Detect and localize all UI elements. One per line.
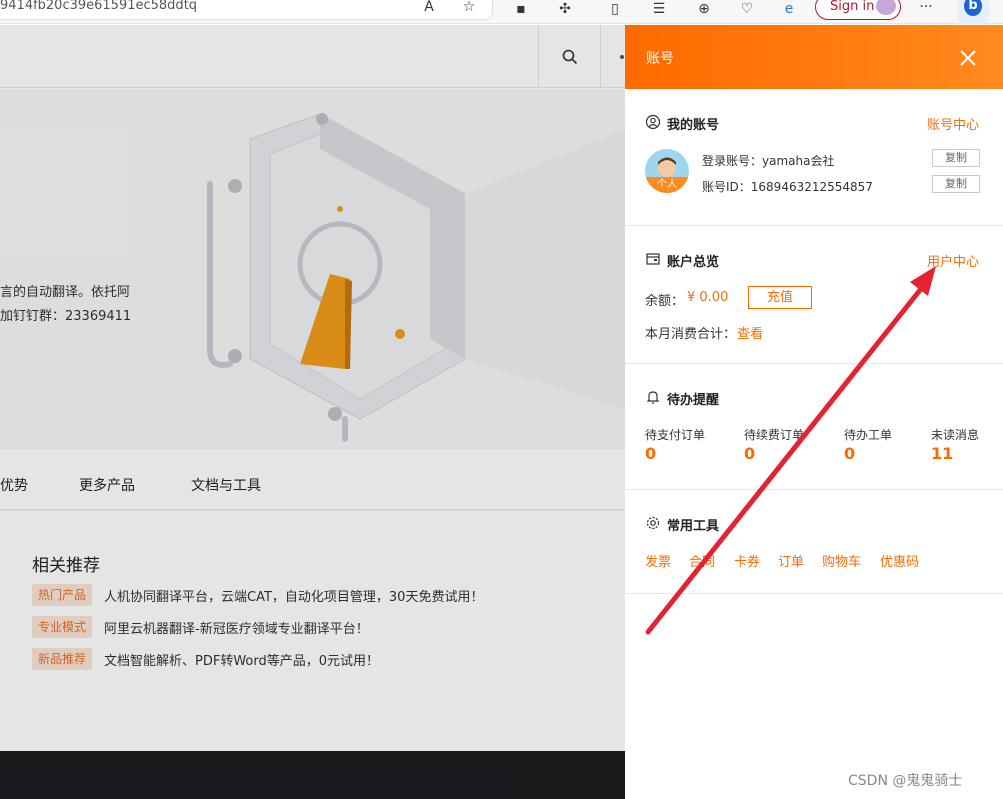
monthly-spend-link[interactable]: 查看 bbox=[737, 323, 763, 342]
puzzle-icon[interactable]: ✣ bbox=[556, 2, 574, 18]
user-center-link[interactable]: 用户中心 bbox=[927, 251, 979, 270]
modal-overlay[interactable] bbox=[0, 25, 625, 799]
user-circle-icon bbox=[645, 114, 661, 130]
tool-contract[interactable]: 合同 bbox=[689, 551, 715, 570]
todo-item-count[interactable]: 11 bbox=[931, 444, 953, 463]
login-account: 登录账号：yamaha会社 bbox=[702, 154, 835, 168]
read-aloud-icon[interactable]: A bbox=[420, 0, 438, 16]
edge-icon[interactable]: e bbox=[780, 2, 798, 18]
url-text: 9414fb20c39e61591ec58ddtq bbox=[0, 0, 198, 13]
sign-in-button[interactable]: Sign in bbox=[815, 0, 901, 20]
copy-id-button[interactable]: 复制 bbox=[932, 175, 980, 193]
extension-icon[interactable]: ▪ bbox=[512, 2, 530, 18]
tool-cart[interactable]: 购物车 bbox=[822, 551, 861, 570]
todo-item-label[interactable]: 待办工单 bbox=[844, 426, 892, 443]
todo-item-label[interactable]: 待支付订单 bbox=[645, 426, 705, 443]
overview-title: 账户总览 bbox=[667, 255, 720, 270]
close-icon[interactable] bbox=[955, 45, 981, 71]
profile-avatar-icon bbox=[876, 0, 896, 15]
account-center-link[interactable]: 账号中心 bbox=[927, 114, 979, 133]
performance-icon[interactable]: ♡ bbox=[738, 2, 756, 18]
favorite-star-icon[interactable]: ☆ bbox=[460, 0, 478, 16]
collections-icon[interactable]: ⊕ bbox=[695, 2, 713, 18]
sign-in-label: Sign in bbox=[830, 0, 875, 14]
copy-login-button[interactable]: 复制 bbox=[932, 149, 980, 167]
avatar: 个人 bbox=[645, 149, 689, 193]
tool-coupon[interactable]: 卡券 bbox=[734, 551, 760, 570]
tool-discount-code[interactable]: 优惠码 bbox=[880, 551, 919, 570]
tool-orders[interactable]: 订单 bbox=[778, 551, 804, 570]
bing-icon: b bbox=[964, 0, 982, 16]
bell-icon bbox=[646, 391, 660, 404]
todo-title: 待办提醒 bbox=[667, 393, 720, 408]
bing-copilot-button[interactable]: b bbox=[957, 0, 989, 24]
watermark: CSDN @鬼鬼骑士 bbox=[848, 773, 963, 789]
favorites-list-icon[interactable]: ☰ bbox=[650, 2, 668, 18]
panel-title: 账号 bbox=[646, 51, 674, 67]
address-bar[interactable]: 9414fb20c39e61591ec58ddtq A ☆ bbox=[0, 0, 493, 20]
split-screen-icon[interactable]: ▯ bbox=[606, 2, 624, 18]
balance-label: 余额： bbox=[645, 294, 685, 309]
todo-item-label[interactable]: 待续费订单 bbox=[744, 426, 804, 443]
todo-item-count[interactable]: 0 bbox=[844, 444, 855, 463]
tool-invoice[interactable]: 发票 bbox=[645, 551, 671, 570]
gear-icon bbox=[646, 516, 660, 530]
avatar-label: 个人 bbox=[645, 177, 689, 193]
balance-value: ¥ 0.00 bbox=[687, 290, 729, 305]
browser-toolbar: 9414fb20c39e61591ec58ddtq A ☆ ▪ ✣ ▯ ☰ ⊕ … bbox=[0, 0, 1003, 24]
todo-item-count[interactable]: 0 bbox=[744, 444, 755, 463]
account-id: 账号ID：1689463212554857 bbox=[702, 180, 873, 194]
wallet-icon bbox=[646, 253, 660, 265]
todo-item-label[interactable]: 未读消息 bbox=[931, 426, 979, 443]
tools-title: 常用工具 bbox=[667, 519, 720, 534]
my-account-title: 我的账号 bbox=[667, 118, 720, 133]
recharge-button[interactable]: 充值 bbox=[748, 286, 812, 309]
tools-section: 常用工具 bbox=[625, 490, 1003, 594]
todo-item-count[interactable]: 0 bbox=[645, 444, 656, 463]
more-menu-icon[interactable]: ··· bbox=[917, 0, 935, 16]
panel-header: 账号 bbox=[625, 25, 1003, 89]
monthly-spend-label: 本月消费合计： bbox=[645, 327, 737, 342]
account-panel: 账号 我的账号 账号中心 个人 登录账号：yamaha会社 复制 账号ID：16… bbox=[625, 25, 1003, 799]
